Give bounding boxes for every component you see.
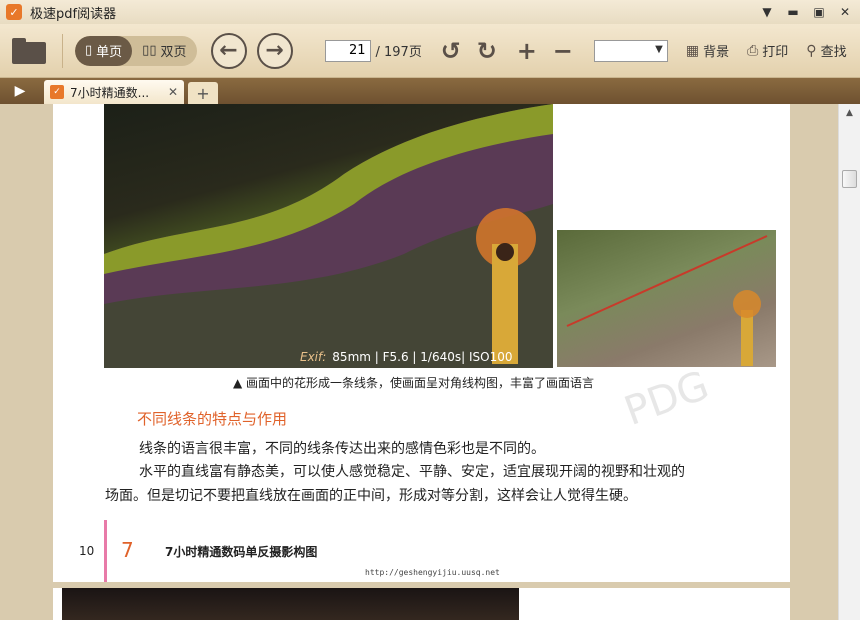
close-icon[interactable]: ✕ xyxy=(836,3,854,21)
double-page-icon: ▯▯ xyxy=(142,43,157,58)
page-mode-toggle: ▯ 单页 ▯▯ 双页 xyxy=(75,35,197,66)
background-label: 背景 xyxy=(703,45,730,60)
footer-accent-bar xyxy=(104,520,107,582)
app-logo-icon: ✓ xyxy=(6,4,22,20)
sidebar-toggle-button[interactable]: ▶ xyxy=(0,78,40,104)
next-page-button[interactable]: → xyxy=(256,32,293,69)
double-page-button[interactable]: ▯▯ 双页 xyxy=(132,36,196,66)
exif-text: 85mm | F5.6 | 1/640s| ISO100 xyxy=(332,350,513,364)
search-icon: ⚲ xyxy=(806,42,817,59)
single-page-label: 单页 xyxy=(96,45,123,60)
menu-dropdown-icon[interactable]: ▼ xyxy=(758,3,776,21)
rotate-right-button[interactable]: ↻ xyxy=(476,37,498,65)
exif-brand: Exif: xyxy=(300,350,327,364)
title-bar: ✓ 极速pdf阅读器 ▼ ▬ ▣ ✕ xyxy=(0,0,860,24)
window-title: 极速pdf阅读器 xyxy=(30,6,117,22)
zoom-select[interactable]: ▼ xyxy=(593,39,668,62)
flower-hill-image xyxy=(104,104,553,368)
minimize-icon[interactable]: ▬ xyxy=(784,3,802,21)
document-tab[interactable]: ✓ 7小时精通数... ✕ xyxy=(44,80,184,104)
maximize-icon[interactable]: ▣ xyxy=(810,3,828,21)
window-controls: ▼ ▬ ▣ ✕ xyxy=(758,3,854,21)
scroll-up-icon[interactable]: ▲ xyxy=(839,104,860,122)
pdf-file-icon: ✓ xyxy=(50,85,64,99)
tab-bar: ▶ ✓ 7小时精通数... ✕ + xyxy=(0,78,860,104)
chapter-title: 7小时精通数码单反摄影构图 xyxy=(165,545,318,559)
single-page-icon: ▯ xyxy=(85,43,93,58)
next-pdf-page xyxy=(53,588,790,620)
vertical-scrollbar[interactable]: ▲ xyxy=(838,104,860,620)
photo-caption: ▲ 画面中的花形成一条线条，使画面呈对角线构图，丰富了画面语言 xyxy=(233,376,595,390)
arrow-right-icon: → xyxy=(265,38,284,63)
open-folder-button[interactable] xyxy=(12,36,48,66)
find-label: 查找 xyxy=(820,45,847,60)
print-button[interactable]: ⎙ 打印 xyxy=(747,41,789,61)
toolbar-divider xyxy=(62,33,63,68)
print-label: 打印 xyxy=(762,45,789,60)
zoom-in-button[interactable]: + xyxy=(516,37,538,65)
exif-info: Exif: 85mm | F5.6 | 1/640s| ISO100 xyxy=(300,350,512,364)
next-page-photo xyxy=(62,588,519,620)
chevron-down-icon: ▼ xyxy=(655,43,663,55)
page-total: / 197页 xyxy=(375,45,422,60)
document-viewer: Exif: 85mm | F5.6 | 1/640s| ISO100 ▲ 画面中的… xyxy=(0,104,838,620)
sidebar-toggle-icon: ▶ xyxy=(14,83,26,99)
printer-icon: ⎙ xyxy=(747,42,759,59)
section-heading: 不同线条的特点与作用 xyxy=(137,410,288,428)
previous-page-button[interactable]: ← xyxy=(210,32,247,69)
tab-title: 7小时精通数... xyxy=(70,85,150,100)
pdf-page: Exif: 85mm | F5.6 | 1/640s| ISO100 ▲ 画面中的… xyxy=(53,104,790,582)
source-url: http://geshengyijiu.uusq.net xyxy=(365,568,500,577)
toolbar: ▯ 单页 ▯▯ 双页 ← → 21 / 197页 ↺ ↻ + − ▼ ▦ 背景 … xyxy=(0,24,860,78)
find-button[interactable]: ⚲ 查找 xyxy=(806,41,847,61)
background-button[interactable]: ▦ 背景 xyxy=(685,41,730,61)
close-tab-icon[interactable]: ✕ xyxy=(168,85,178,99)
double-page-label: 双页 xyxy=(160,45,187,60)
rotate-left-button[interactable]: ↺ xyxy=(440,37,462,65)
single-page-button[interactable]: ▯ 单页 xyxy=(75,35,133,66)
zoom-out-button[interactable]: − xyxy=(552,37,574,65)
printed-page-number: 10 xyxy=(79,544,95,558)
new-tab-button[interactable]: + xyxy=(188,82,218,104)
scroll-thumb[interactable] xyxy=(842,170,857,188)
background-icon: ▦ xyxy=(685,42,700,59)
arrow-left-icon: ← xyxy=(219,38,238,63)
page-number-input[interactable]: 21 xyxy=(324,39,371,62)
chapter-number: 7 xyxy=(121,538,134,562)
main-photo: Exif: 85mm | F5.6 | 1/640s| ISO100 xyxy=(104,104,553,368)
